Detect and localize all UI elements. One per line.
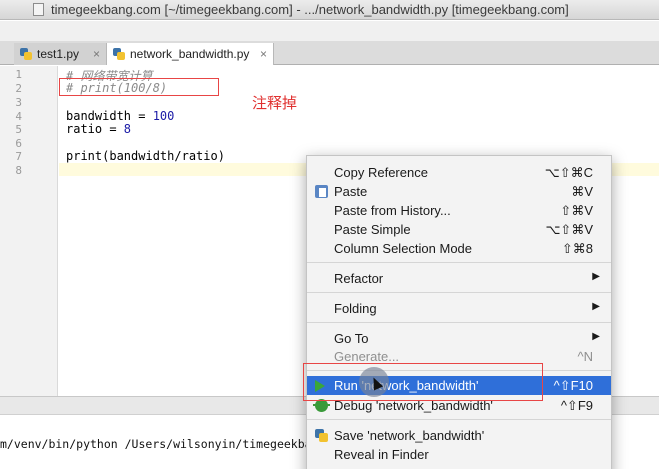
code-number: 8 [123,122,132,136]
menu-item-paste-simple[interactable]: Paste Simple ⌥⇧⌘V [307,220,611,239]
line-number: 5 [15,123,22,136]
menu-item-shortcut: ^⇧F10 [553,378,593,393]
code-token: bandwidth = [66,109,153,123]
menu-separator [307,419,611,420]
window-title-bar: timegeekbang.com [~/timegeekbang.com] - … [0,0,659,20]
menu-item-shortcut: ⌥⇧⌘V [545,222,593,237]
tab-network-bandwidth[interactable]: network_bandwidth.py × [106,43,274,65]
line-number: 3 [15,96,22,109]
menu-item-label: Go To [334,331,369,346]
menu-item-folding[interactable]: Folding ▶ [307,299,611,318]
menu-separator [307,292,611,293]
line-number: 1 [15,68,22,81]
menu-item-reveal-in-finder[interactable]: Reveal in Finder [307,445,611,464]
editor-context-menu: Copy Reference ⌥⇧⌘C Paste ⌘V Paste from … [306,155,612,469]
menu-item-save[interactable]: Save 'network_bandwidth' [307,426,611,445]
menu-item-shortcut: ⇧⌘8 [561,241,593,256]
tab-label: network_bandwidth.py [130,47,250,61]
menu-item-shortcut: ⌘V [571,184,593,199]
tab-label: test1.py [37,47,80,61]
line-number: 6 [15,137,22,150]
submenu-arrow-icon: ▶ [592,331,600,342]
menu-item-paste[interactable]: Paste ⌘V [307,182,611,201]
menu-item-label: Column Selection Mode [334,241,473,256]
tab-close-icon[interactable]: × [260,47,267,61]
menu-item-label: Reveal in Finder [334,447,429,462]
code-line: ratio = 8 [66,122,131,136]
code-token: ratio = [66,122,124,136]
line-number: 8 [15,164,22,177]
line-number: 4 [15,110,22,123]
menu-item-refactor[interactable]: Refactor ▶ [307,269,611,288]
menu-item-label: Paste from History... [334,203,451,218]
menu-item-label: Folding [334,301,377,316]
submenu-arrow-icon: ▶ [592,271,600,282]
submenu-arrow-icon: ▶ [592,301,600,312]
menu-item-label: Copy Reference [334,165,428,180]
python-file-icon [20,48,32,60]
code-line: print(bandwidth/ratio) [66,149,225,163]
menu-item-paste-from-history[interactable]: Paste from History... ⇧⌘V [307,201,611,220]
annotation-run-highlight-box [303,363,543,401]
line-number: 7 [15,150,22,163]
menu-item-label: Paste [334,184,368,199]
editor-tab-bar: test1.py × network_bandwidth.py × [0,41,659,65]
clipboard-icon [315,185,328,198]
menu-item-go-to[interactable]: Go To ▶ [307,329,611,348]
window-title: timegeekbang.com [~/timegeekbang.com] - … [51,2,569,17]
menu-item-shortcut: ^N [577,349,594,364]
line-number: 2 [15,82,22,95]
python-file-icon [315,429,328,442]
menu-item-label: Paste Simple [334,222,411,237]
code-number: 100 [152,109,175,123]
menu-separator [307,322,611,323]
tab-test1[interactable]: test1.py × [14,43,106,65]
menu-item-shortcut: ⇧⌘V [560,203,593,218]
menu-item-label: Save 'network_bandwidth' [334,428,485,443]
menu-item-column-selection-mode[interactable]: Column Selection Mode ⇧⌘8 [307,239,611,258]
menu-item-shortcut: ^⇧F9 [560,398,593,413]
console-command: m/venv/bin/python /Users/wilsonyin/timeg… [0,437,326,451]
toolbar-strip [0,21,659,41]
menu-item-label: Refactor [334,271,384,286]
menu-separator [307,262,611,263]
annotation-highlight-box [59,78,219,96]
menu-item-label: Generate... [334,349,400,364]
annotation-text: 注释掉 [252,94,298,112]
menu-item-shortcut: ⌥⇧⌘C [544,165,593,180]
project-file-icon [33,3,44,16]
code-line: bandwidth = 100 [66,109,174,123]
python-file-icon [113,48,125,60]
tab-close-icon[interactable]: × [93,47,100,61]
menu-item-copy-reference[interactable]: Copy Reference ⌥⇧⌘C [307,163,611,182]
line-number-gutter: 1 2 3 4 5 6 7 8 [0,66,58,396]
